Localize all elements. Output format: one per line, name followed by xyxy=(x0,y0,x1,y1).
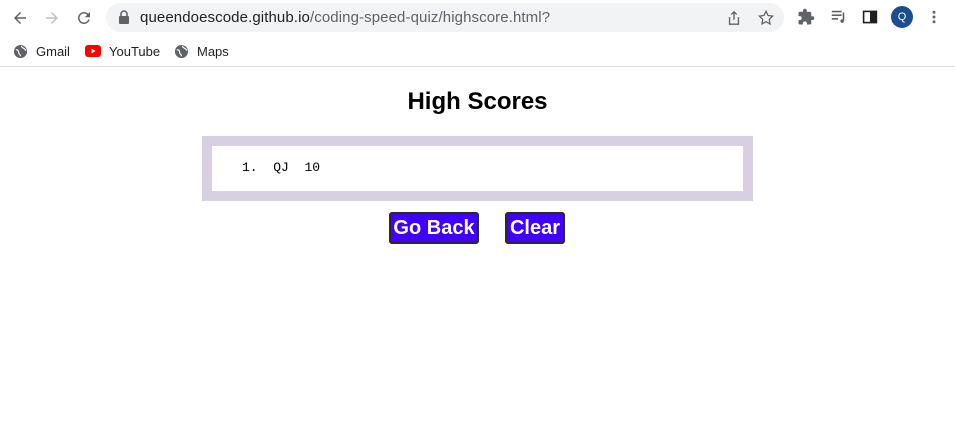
score-rank: 1. xyxy=(242,160,258,175)
extensions-icon[interactable] xyxy=(796,7,816,27)
reading-list-icon[interactable] xyxy=(829,7,849,27)
bookmark-label: Maps xyxy=(197,43,229,59)
reload-icon[interactable] xyxy=(72,6,96,30)
highscores-list: 1. QJ 10 xyxy=(242,160,320,175)
url-host: queendoescode.github.io xyxy=(140,9,310,26)
lock-icon xyxy=(118,10,130,24)
page-title: High Scores xyxy=(407,88,548,115)
globe-icon xyxy=(173,43,189,59)
list-item: 1. QJ 10 xyxy=(242,160,320,175)
forward-arrow-icon[interactable] xyxy=(40,6,64,30)
address-bar[interactable]: queendoescode.github.io/coding-speed-qui… xyxy=(106,3,784,32)
browser-toolbar: queendoescode.github.io/coding-speed-qui… xyxy=(0,0,955,36)
score-initials: QJ xyxy=(273,160,289,175)
youtube-icon xyxy=(85,43,101,59)
highscores-panel: 1. QJ 10 xyxy=(212,146,743,191)
score-value: 10 xyxy=(304,160,321,175)
url-path: /coding-speed-quiz/highscore.html? xyxy=(309,9,551,26)
highscores-container: 1. QJ 10 xyxy=(202,136,753,201)
profile-initial: Q xyxy=(897,11,907,23)
side-panel-icon[interactable] xyxy=(860,7,880,27)
page-content: High Scores 1. QJ 10 Go Back Clear xyxy=(0,68,955,436)
bookmark-maps[interactable]: Maps xyxy=(173,41,229,61)
bookmark-label: Gmail xyxy=(36,43,70,59)
bookmark-gmail[interactable]: Gmail xyxy=(12,41,70,61)
clear-button[interactable]: Clear xyxy=(505,212,565,244)
url-text[interactable]: queendoescode.github.io/coding-speed-qui… xyxy=(140,9,550,26)
profile-avatar[interactable]: Q xyxy=(891,6,913,28)
menu-icon[interactable] xyxy=(924,7,944,27)
go-back-button[interactable]: Go Back xyxy=(389,212,479,244)
star-icon[interactable] xyxy=(757,9,775,27)
bookmark-label: YouTube xyxy=(109,43,161,59)
share-icon[interactable] xyxy=(725,9,743,27)
back-arrow-icon[interactable] xyxy=(8,6,32,30)
globe-icon xyxy=(12,43,28,59)
bookmarks-bar: Gmail YouTube Maps xyxy=(0,36,955,67)
bookmark-youtube[interactable]: YouTube xyxy=(85,41,160,61)
